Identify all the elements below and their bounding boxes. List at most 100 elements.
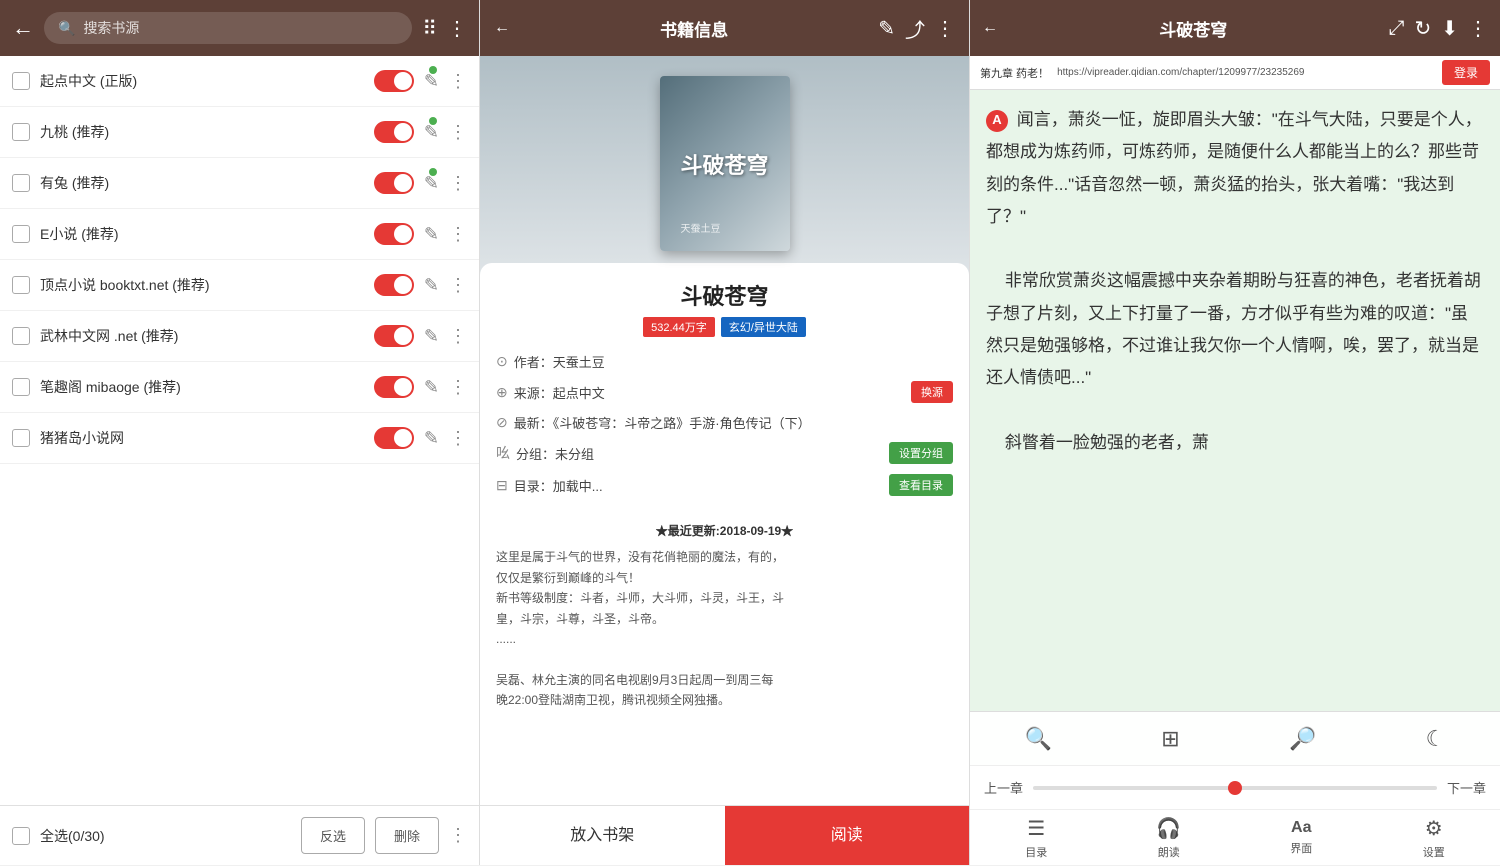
a-marker: A [986,110,1008,132]
nav-tab-listen[interactable]: 🎧 朗读 [1103,812,1236,864]
sources-panel: ← 🔍 搜索书源 ⠿ ⋮ 起点中文 (正版) ✎ ⋮ 九桃 (推荐) ✎ ⋮ 有… [0,0,480,865]
book-cover-image: 斗破苍穹 天蚕土豆 [660,76,790,251]
list-item: 武林中文网 .net (推荐) ✎ ⋮ [0,311,479,362]
online-dot [429,168,437,176]
qr-icon[interactable]: ⠿ [422,16,437,41]
list-item: 顶点小说 booktxt.net (推荐) ✎ ⋮ [0,260,479,311]
edit-icon[interactable]: ✎ [424,275,439,296]
list-item: E小说 (推荐) ✎ ⋮ [0,209,479,260]
switch-source-button[interactable]: 换源 [911,381,953,403]
listen-nav-label: 朗读 [1158,844,1180,860]
sources-more-icon[interactable]: ⋮ [447,16,467,41]
catalog-label: 目录：加载中... [514,476,883,495]
info-footer: 放入书架 阅读 [480,805,969,865]
read-button[interactable]: 阅读 [725,806,970,865]
settings-nav-icon: ⚙ [1425,816,1443,841]
online-dot [429,117,437,125]
source-checkbox[interactable] [12,174,30,192]
source-name: E小说 (推荐) [40,224,364,244]
source-toggle[interactable] [374,121,414,143]
progress-thumb [1228,781,1242,795]
item-more-icon[interactable]: ⋮ [449,275,467,296]
reader-back-button[interactable]: ← [982,19,998,37]
next-chapter-button[interactable]: 下一章 [1447,778,1486,797]
reader-nav-bar: ☰ 目录 🎧 朗读 Aa 界面 ⚙ 设置 [970,809,1500,865]
toolbar-search-icon[interactable]: 🔍 [1025,726,1052,752]
content-paragraph-1: A 闻言，萧炎一怔，旋即眉头大皱："在斗气大陆，只要是个人，都想成为炼药师，可炼… [986,104,1484,233]
reader-toolbar: 🔍 ⊞ 🔎 ☾ [970,711,1500,765]
source-list: 起点中文 (正版) ✎ ⋮ 九桃 (推荐) ✎ ⋮ 有兔 (推荐) ✎ ⋮ E小… [0,56,479,805]
source-checkbox[interactable] [12,327,30,345]
author-label: 作者：天蚕土豆 [514,352,953,371]
sources-header: ← 🔍 搜索书源 ⠿ ⋮ [0,0,479,56]
login-button[interactable]: 登录 [1442,60,1490,85]
set-group-button[interactable]: 设置分组 [889,442,953,464]
reader-panel: ← 斗破苍穹 ⤢ ↻ ⬇ ⋮ 第九章 药老！ https://vipreader… [970,0,1500,865]
reader-more-icon[interactable]: ⋮ [1468,16,1488,41]
footer-more-icon[interactable]: ⋮ [449,825,467,846]
search-icon: 🔍 [58,20,75,37]
source-checkbox[interactable] [12,378,30,396]
refresh-icon[interactable]: ↻ [1414,16,1431,41]
book-main-title: 斗破苍穹 [496,279,953,311]
download-icon[interactable]: ⬇ [1441,16,1458,41]
source-toggle[interactable] [374,274,414,296]
nav-tab-interface[interactable]: Aa 界面 [1235,815,1368,860]
source-toggle[interactable] [374,172,414,194]
source-checkbox[interactable] [12,72,30,90]
catalog-nav-label: 目录 [1025,844,1047,860]
content-paragraph-2: 非常欣赏萧炎这幅震撼中夹杂着期盼与狂喜的神色，老者抚着胡子想了片刻，又上下打量了… [986,265,1484,394]
info-edit-icon[interactable]: ✎ [878,16,895,41]
source-toggle[interactable] [374,376,414,398]
sources-back-button[interactable]: ← [12,15,34,41]
content-paragraph-3: 斜瞥着一脸勉强的老者，萧 [986,427,1484,459]
edit-icon[interactable]: ✎ [424,428,439,449]
toolbar-zoom-icon[interactable]: 🔎 [1289,726,1316,752]
url-text: https://vipreader.qidian.com/chapter/120… [1057,67,1434,78]
item-more-icon[interactable]: ⋮ [449,71,467,92]
source-checkbox[interactable] [12,225,30,243]
progress-track[interactable] [1033,786,1437,790]
source-toggle[interactable] [374,325,414,347]
info-back-button[interactable]: ← [494,19,510,37]
source-checkbox[interactable] [12,429,30,447]
reader-content[interactable]: A 闻言，萧炎一怔，旋即眉头大皱："在斗气大陆，只要是个人，都想成为炼药师，可炼… [970,90,1500,711]
edit-icon[interactable]: ✎ [424,224,439,245]
info-share-icon[interactable]: ⤴ [905,14,925,43]
info-more-icon[interactable]: ⋮ [935,16,955,41]
delete-button[interactable]: 删除 [375,817,439,854]
source-toggle[interactable] [374,70,414,92]
select-all-checkbox[interactable] [12,827,30,845]
catalog-row: ⊟ 目录：加载中... 查看目录 [496,469,953,501]
toolbar-layout-icon[interactable]: ⊞ [1161,726,1179,752]
book-meta: ⊙ 作者：天蚕土豆 ⊕ 来源：起点中文 换源 ⊘ 最新：《斗破苍穹：斗帝之路》手… [480,337,969,511]
invert-selection-button[interactable]: 反选 [301,817,365,854]
item-more-icon[interactable]: ⋮ [449,377,467,398]
url-bar: 第九章 药老！ https://vipreader.qidian.com/cha… [970,56,1500,90]
toolbar-night-icon[interactable]: ☾ [1426,726,1446,752]
nav-tab-catalog[interactable]: ☰ 目录 [970,812,1103,864]
fullscreen-icon[interactable]: ⤢ [1388,17,1404,40]
source-checkbox[interactable] [12,123,30,141]
info-header: ← 书籍信息 ✎ ⤴ ⋮ [480,0,969,56]
item-more-icon[interactable]: ⋮ [449,326,467,347]
item-more-icon[interactable]: ⋮ [449,428,467,449]
prev-chapter-button[interactable]: 上一章 [984,778,1023,797]
edit-icon[interactable]: ✎ [424,377,439,398]
item-more-icon[interactable]: ⋮ [449,173,467,194]
edit-icon[interactable]: ✎ [424,326,439,347]
list-item: 猪猪岛小说网 ✎ ⋮ [0,413,479,464]
list-item: 笔趣阁 mibaoge (推荐) ✎ ⋮ [0,362,479,413]
source-toggle[interactable] [374,223,414,245]
list-item: 有兔 (推荐) ✎ ⋮ [0,158,479,209]
interface-nav-icon: Aa [1291,819,1311,837]
view-catalog-button[interactable]: 查看目录 [889,474,953,496]
source-checkbox[interactable] [12,276,30,294]
nav-tab-settings[interactable]: ⚙ 设置 [1368,812,1500,864]
word-count-tag: 532.44万字 [643,317,715,337]
item-more-icon[interactable]: ⋮ [449,224,467,245]
add-to-shelf-button[interactable]: 放入书架 [480,806,725,865]
sources-search-bar[interactable]: 🔍 搜索书源 [44,12,412,44]
item-more-icon[interactable]: ⋮ [449,122,467,143]
source-toggle[interactable] [374,427,414,449]
